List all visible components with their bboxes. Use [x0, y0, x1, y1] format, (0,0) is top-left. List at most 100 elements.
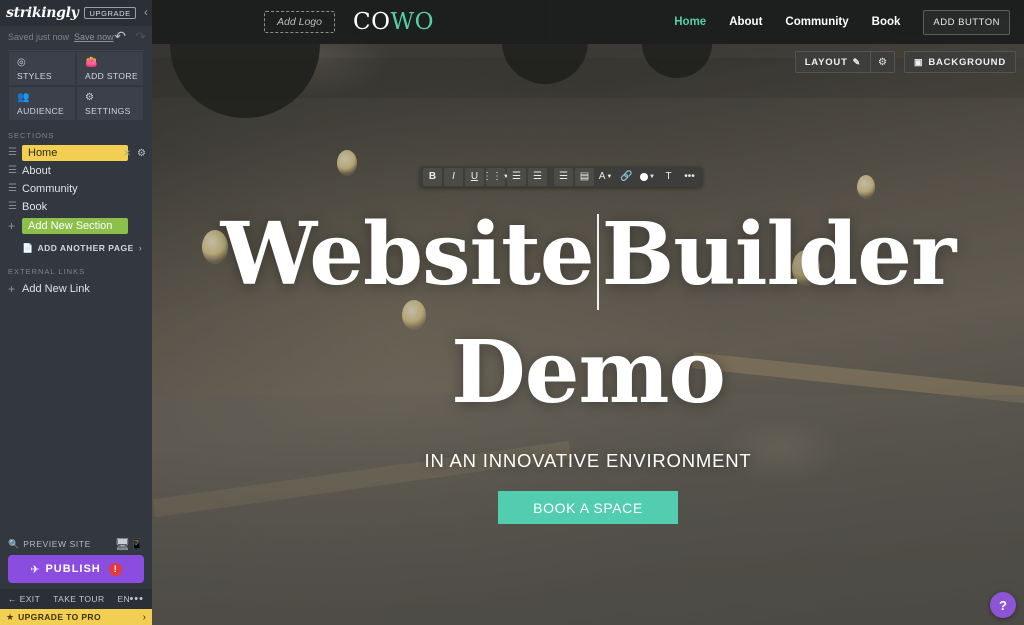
align-left-button[interactable]: ☰: [507, 168, 526, 186]
italic-button[interactable]: I: [444, 168, 463, 186]
nav-link-community[interactable]: Community: [785, 16, 848, 28]
strikingly-logo[interactable]: strikingly: [6, 5, 79, 21]
align-left-icon: ☰: [512, 171, 521, 182]
audience-icon: 👥: [17, 91, 30, 103]
take-tour-button[interactable]: TAKE TOUR: [53, 594, 104, 604]
list-button[interactable]: ⋮⋮ ▼: [482, 168, 509, 186]
audience-button[interactable]: 👥 AUDIENCE: [8, 86, 76, 121]
nav-link-home[interactable]: Home: [674, 16, 706, 28]
active-section-pill: Home: [22, 145, 128, 161]
add-another-page-button[interactable]: 📄 ADD ANOTHER PAGE ›: [0, 238, 152, 258]
add-new-section-button[interactable]: + Add New Section: [0, 216, 152, 236]
drag-handle-icon[interactable]: ☰: [8, 202, 20, 212]
upgrade-to-pro-label: UPGRADE TO PRO: [18, 612, 101, 622]
chevron-down-icon: ▼: [649, 174, 655, 180]
add-new-section-label: Add New Section: [28, 220, 113, 232]
section-label: Community: [22, 183, 78, 195]
book-a-space-button[interactable]: BOOK A SPACE: [498, 491, 678, 524]
logo-part-one: CO: [352, 8, 391, 35]
clear-format-button[interactable]: T: [659, 168, 678, 186]
background-button[interactable]: ▣ BACKGROUND: [904, 51, 1016, 73]
sidebar-footer: 🔍 PREVIEW SITE 🖥 📱 ✈ PUBLISH ! ← EXIT TA…: [0, 533, 152, 625]
more-options-icon[interactable]: •••: [129, 593, 144, 605]
sidebar-item-book[interactable]: ☰ Book: [0, 198, 152, 216]
help-button[interactable]: ?: [990, 592, 1016, 618]
layout-control-group: LAYOUT ✎ ⚙: [794, 51, 896, 73]
layout-label: LAYOUT: [804, 56, 848, 68]
add-button-control[interactable]: ADD BUTTON: [923, 9, 1010, 35]
hero-subtitle[interactable]: IN AN INNOVATIVE ENVIRONMENT: [152, 450, 1024, 472]
sidebar-item-community[interactable]: ☰ Community: [0, 180, 152, 198]
sidebar-item-home[interactable]: ☰ Home ✕ ⚙: [0, 144, 152, 162]
pencil-icon: ✎: [852, 56, 862, 67]
italic-icon: I: [452, 171, 455, 182]
publish-button[interactable]: ✈ PUBLISH !: [8, 555, 144, 583]
undo-icon[interactable]: ↶: [114, 28, 126, 45]
sidebar-brand-bar: strikingly UPGRADE ‹: [0, 0, 152, 26]
clear-format-icon: T: [665, 171, 672, 182]
link-icon: 🔗: [620, 171, 633, 182]
hero-title-word-two: Builder: [601, 204, 957, 305]
more-tools-button[interactable]: •••: [680, 168, 699, 186]
gear-icon: ⚙: [878, 56, 887, 68]
image-icon: ▣: [914, 56, 924, 67]
paint-icon: ◎: [17, 56, 26, 68]
upgrade-badge[interactable]: UPGRADE: [84, 7, 136, 19]
add-new-link-label: Add New Link: [22, 283, 90, 295]
drag-handle-icon[interactable]: ☰: [8, 184, 20, 194]
add-logo-button[interactable]: Add Logo: [264, 11, 335, 33]
chevron-down-icon: ▼: [606, 174, 613, 180]
external-links-header: EXTERNAL LINKS: [8, 267, 86, 276]
add-store-button[interactable]: 👛 ADD STORE: [76, 51, 144, 86]
chevron-left-icon[interactable]: ‹: [144, 6, 148, 18]
bold-button[interactable]: B: [423, 168, 442, 186]
underline-icon: U: [470, 171, 479, 182]
mobile-icon[interactable]: 📱: [130, 538, 144, 551]
link-button[interactable]: 🔗: [617, 168, 636, 186]
nav-link-about[interactable]: About: [729, 16, 762, 28]
line-height-button[interactable]: ▤: [575, 168, 594, 186]
add-new-link-button[interactable]: + Add New Link: [0, 280, 152, 298]
close-icon[interactable]: ✕: [123, 148, 131, 159]
rocket-icon: ✈: [30, 563, 40, 576]
star-icon: ★: [6, 611, 15, 622]
page-icon: 📄: [22, 242, 34, 253]
site-nav-links: Home About Community Book ADD BUTTON: [674, 9, 1024, 35]
text-color-button[interactable]: ▼: [638, 168, 657, 186]
shopping-bag-icon: 👛: [85, 56, 98, 68]
gear-icon[interactable]: ⚙: [137, 148, 146, 159]
gear-icon: ⚙: [85, 91, 94, 103]
plus-icon: +: [8, 219, 16, 233]
upgrade-to-pro-banner[interactable]: ★ UPGRADE TO PRO ›: [0, 609, 152, 625]
indent-button[interactable]: ☰: [554, 168, 573, 186]
layout-settings-button[interactable]: ⚙: [871, 51, 896, 73]
hero-title[interactable]: WebsiteBuilder Demo: [152, 196, 1024, 432]
settings-button[interactable]: ⚙ SETTINGS: [76, 86, 144, 121]
styles-button[interactable]: ◎ STYLES: [8, 51, 76, 86]
site-logo[interactable]: COWO: [352, 8, 434, 35]
line-height-icon: ▤: [579, 171, 590, 182]
section-label: About: [22, 165, 51, 177]
redo-icon: ↷: [135, 29, 146, 44]
save-status-row: Saved just now Save now ↶ ↷: [0, 26, 152, 48]
search-icon: 🔍: [8, 538, 20, 549]
sidebar-item-about[interactable]: ☰ About: [0, 162, 152, 180]
preview-site-button[interactable]: 🔍 PREVIEW SITE 🖥 📱: [0, 533, 152, 555]
nav-link-book[interactable]: Book: [872, 16, 901, 28]
save-now-link[interactable]: Save now: [74, 32, 114, 42]
chevron-right-icon: ›: [142, 611, 146, 623]
strikingly-editor: strikingly UPGRADE ‹ Saved just now Save…: [0, 0, 1024, 625]
exit-button[interactable]: ← EXIT: [8, 594, 40, 604]
font-size-icon: A: [598, 171, 606, 182]
site-navigation: Add Logo COWO Home About Community Book …: [152, 0, 1024, 44]
chevron-right-icon: ›: [138, 243, 142, 253]
drag-handle-icon[interactable]: ☰: [8, 148, 20, 158]
desktop-icon[interactable]: 🖥: [115, 537, 130, 551]
align-center-button[interactable]: ☰: [528, 168, 547, 186]
language-selector[interactable]: EN: [117, 594, 130, 604]
layout-button[interactable]: LAYOUT ✎: [794, 51, 872, 73]
indent-icon: ☰: [559, 171, 568, 182]
drag-handle-icon[interactable]: ☰: [8, 166, 20, 176]
font-size-button[interactable]: A ▼: [596, 168, 615, 186]
text-cursor: [596, 214, 599, 310]
